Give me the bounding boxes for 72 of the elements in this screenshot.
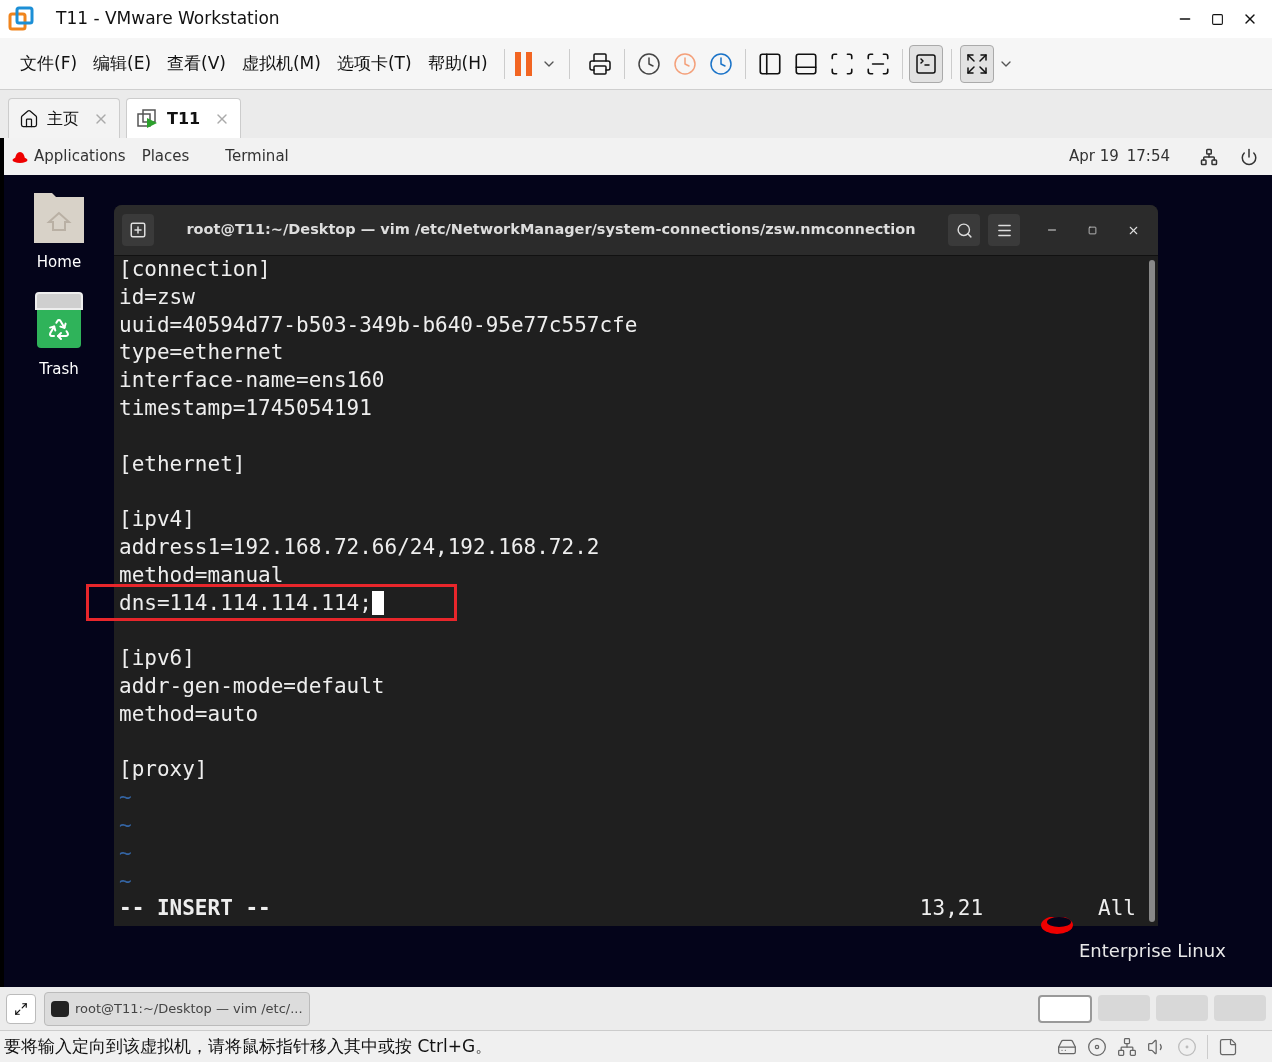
terminal-title: root@T11:~/Desktop — vim /etc/NetworkManager/system-connections/zsw.nmconnection xyxy=(185,220,917,240)
config-line: id=zsw xyxy=(119,283,195,311)
date: Apr 19 xyxy=(1068,146,1119,168)
vm-icon xyxy=(137,107,159,130)
config-line: dns=114.114.114.114; xyxy=(119,589,372,617)
expand-icon xyxy=(14,1001,28,1016)
config-line: uuid=40594d77-b503-349b-b640-95e77c557cfe xyxy=(119,311,638,339)
config-line: timestamp=1745054191 xyxy=(119,395,372,422)
workspace-selected[interactable] xyxy=(1038,994,1092,1023)
empty-line-marker: ~ xyxy=(119,840,132,865)
desktop-icon-label: Trash xyxy=(39,358,79,380)
empty-line-marker: ~ xyxy=(119,785,132,810)
home-icon xyxy=(19,108,39,129)
config-line: [ethernet] xyxy=(119,450,246,478)
menu-item[interactable]: 虚拟机(M) xyxy=(233,50,329,77)
config-line: addr-gen-mode=default xyxy=(119,672,385,700)
sidebar-icon[interactable] xyxy=(756,50,783,77)
menu-item[interactable]: 编辑(E) xyxy=(85,50,160,77)
taskbar-item[interactable]: root@T11:~/Desktop — vim /etc/... xyxy=(44,991,310,1026)
new-tab-button[interactable] xyxy=(122,214,154,246)
config-line: [proxy] xyxy=(119,756,208,784)
app-logo-icon xyxy=(8,6,34,32)
thumbnail-bar-icon[interactable] xyxy=(792,50,819,77)
terminal-menu[interactable]: Terminal xyxy=(225,145,289,168)
config-line: type=ethernet xyxy=(119,339,284,367)
menu-item[interactable]: 文件(F) xyxy=(12,50,86,77)
window-title: T11 - VMware Workstation xyxy=(56,7,280,31)
scrollbar-thumb[interactable] xyxy=(1149,260,1155,922)
tab[interactable]: T11 xyxy=(126,98,242,138)
full-screen-icon[interactable] xyxy=(828,50,855,77)
config-line: interface-name=ens160 xyxy=(119,367,385,395)
menu-button[interactable] xyxy=(988,214,1020,246)
network-icon[interactable] xyxy=(1200,147,1218,166)
config-line: [connection] xyxy=(119,256,271,283)
config-line: method=manual xyxy=(119,561,284,589)
search-icon xyxy=(955,221,973,239)
plus-icon xyxy=(129,221,147,239)
scroll-position: All xyxy=(1098,895,1136,923)
note-icon[interactable] xyxy=(1218,1036,1238,1057)
config-line: [ipv4] xyxy=(119,506,195,534)
menu-item[interactable]: 帮助(H) xyxy=(419,50,496,77)
tab-label: T11 xyxy=(167,107,201,130)
menu-item[interactable]: 选项卡(T) xyxy=(328,50,420,77)
console-view-button[interactable] xyxy=(908,44,943,83)
terminal-icon xyxy=(51,1000,69,1017)
tab[interactable]: 主页 xyxy=(8,98,120,138)
stretch-button[interactable] xyxy=(959,44,994,83)
expand-icon xyxy=(964,51,989,76)
cursor-position: 13,21 xyxy=(919,895,984,923)
maximize-icon[interactable] xyxy=(1211,12,1224,26)
pause-icon[interactable] xyxy=(512,50,535,77)
clock: 17:54 xyxy=(1126,146,1170,168)
search-button[interactable] xyxy=(948,214,980,246)
config-line: address1=192.168.72.66/24,192.168.72.2 xyxy=(119,533,600,561)
network-adapter-icon[interactable] xyxy=(1117,1036,1137,1057)
status-message: 要将输入定向到该虚拟机，请将鼠标指针移入其中或按 Ctrl+G。 xyxy=(4,1034,493,1058)
applications-menu[interactable]: Applications xyxy=(34,145,126,168)
config-line: method=auto xyxy=(119,700,259,728)
show-desktop-button[interactable] xyxy=(6,993,36,1024)
power-icon[interactable] xyxy=(1240,147,1258,166)
disc-icon[interactable] xyxy=(1087,1036,1107,1057)
empty-line-marker: ~ xyxy=(119,868,132,893)
brand-text: Enterprise Linux xyxy=(1079,939,1226,963)
places-menu[interactable]: Places xyxy=(141,145,190,168)
empty-line-marker: ~ xyxy=(119,812,132,837)
tab-label: 主页 xyxy=(47,107,79,130)
desktop-icon-label: Home xyxy=(36,252,82,273)
terminal-icon xyxy=(913,51,938,76)
config-line: [ipv6] xyxy=(119,645,195,673)
hat-icon xyxy=(12,149,28,164)
menu-item[interactable]: 查看(V) xyxy=(159,50,234,77)
mode-indicator: -- INSERT -- xyxy=(119,895,271,923)
